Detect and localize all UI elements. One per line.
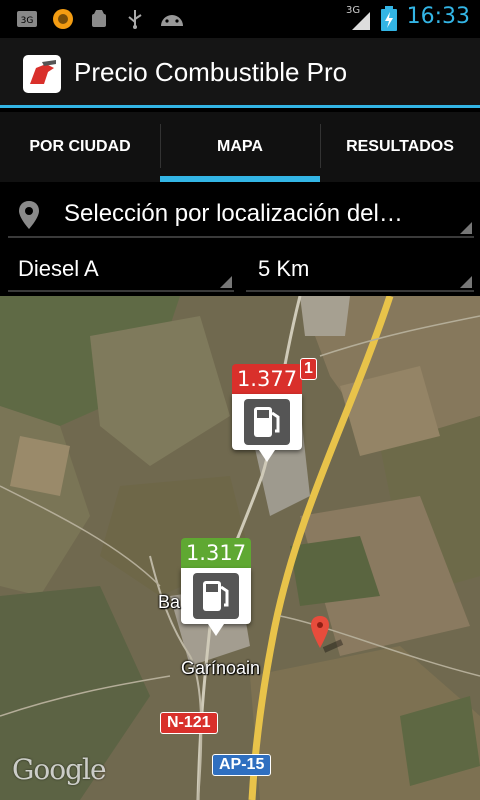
marker-pointer [208,624,224,636]
google-attribution: Google [12,753,107,786]
tab-label: MAPA [217,138,263,155]
status-bar: 3G 3G 16:33 [0,0,480,38]
current-location-pin-icon[interactable] [310,614,350,654]
location-value: Selección por localización del… [64,200,403,227]
filter-area: Selección por localización del… Diesel A… [0,182,480,296]
tab-label: POR CIUDAD [29,138,131,155]
action-bar: Precio Combustible Pro [0,38,480,108]
road-badge-partial: 1 [300,358,317,380]
browser-icon [53,9,73,29]
location-pin-icon [19,201,39,229]
place-label: Garínoain [181,658,261,678]
pump-card [232,394,302,462]
radius-value: 5 Km [258,256,310,281]
pump-card [181,568,251,636]
battery-charging-icon [381,6,397,31]
android-icon [161,15,183,26]
tab-resultados[interactable]: RESULTADOS [320,112,480,182]
marker-pointer [259,450,275,462]
marker-price: 1.377 [232,364,302,394]
location-spinner[interactable]: Selección por localización del… [8,190,474,238]
signal-icon [352,12,370,30]
satellite-map[interactable]: 1.377 1.317 Ba Garínoain 1 N-121 AP-15 G… [0,296,480,800]
marker-price: 1.317 [181,538,251,568]
road-badge-n121: N-121 [160,712,218,734]
usb-icon [128,10,142,29]
fuel-type-value: Diesel A [18,256,99,281]
fuel-pump-icon [244,399,290,445]
tab-mapa[interactable]: MAPA [160,112,320,182]
dropdown-arrow-icon [460,222,472,234]
tab-label: RESULTADOS [346,138,454,155]
road-badge-ap15: AP-15 [212,754,272,776]
place-label: Ba [158,592,181,612]
fuel-nozzle-icon[interactable] [22,54,62,94]
dropdown-arrow-icon [220,276,232,288]
radius-spinner[interactable]: 5 Km [246,246,474,292]
svg-text:3G: 3G [21,16,34,26]
app-title: Precio Combustible Pro [74,57,348,87]
tab-bar: POR CIUDAD MAPA RESULTADOS [0,112,480,182]
fuel-pump-icon [193,573,239,619]
android-debug-icon [92,10,106,27]
dropdown-arrow-icon [460,276,472,288]
tab-por-ciudad[interactable]: POR CIUDAD [0,112,160,182]
fuel-type-spinner[interactable]: Diesel A [8,246,234,292]
station-marker[interactable]: 1.317 [181,538,251,638]
station-marker[interactable]: 1.377 [232,364,302,464]
3g-data-icon: 3G [17,11,37,27]
clock: 16:33 [406,4,470,29]
